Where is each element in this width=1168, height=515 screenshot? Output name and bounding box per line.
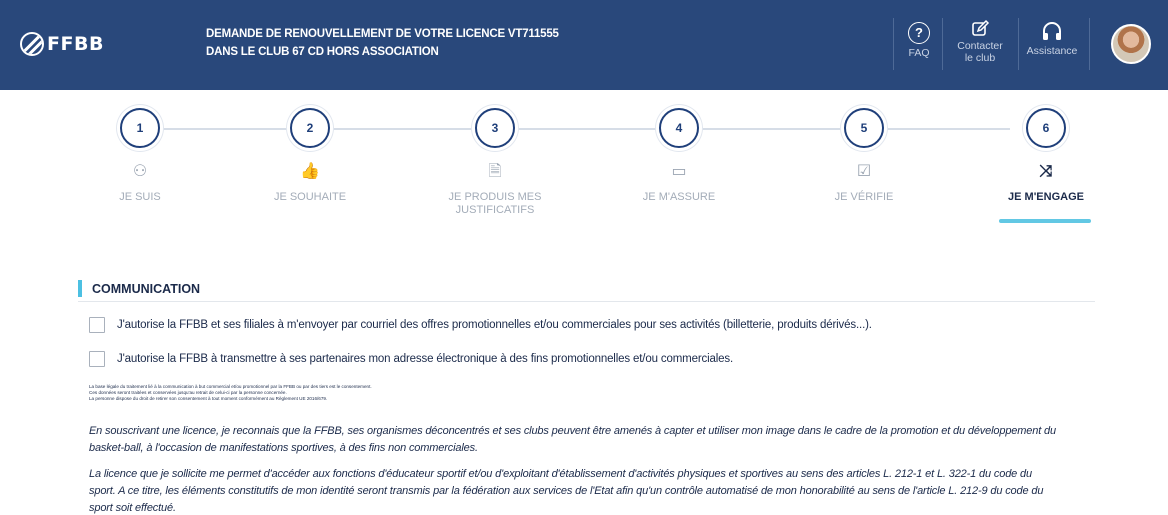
image-rights-paragraph: En souscrivant une licence, je reconnais… [89, 423, 1079, 457]
paragraph-line: La licence que je sollicite me permet d'… [89, 468, 1032, 480]
section-divider [78, 301, 1095, 302]
paragraph-line: sport soit effectué. [89, 502, 176, 514]
ffbb-logo[interactable]: FFBB [20, 32, 104, 56]
consent-checkbox-ffbb-offers[interactable] [89, 317, 105, 333]
step-5-label[interactable]: JE VÉRIFIE [784, 191, 944, 204]
consent-checkbox-partners[interactable] [89, 351, 105, 367]
book-icon: ▭ [671, 163, 687, 180]
header-divider [1018, 18, 1019, 70]
faq-button[interactable]: ? FAQ [902, 18, 936, 72]
paragraph-line: sport. A ce titre, les éléments constitu… [89, 485, 1044, 497]
question-circle-icon: ? [908, 22, 930, 44]
shuffle-icon: ⤨ [1039, 163, 1053, 180]
step-3-circle[interactable]: 3 [475, 108, 515, 148]
assistance-label: Assistance [1026, 45, 1078, 57]
step-4-label[interactable]: JE M'ASSURE [599, 191, 759, 204]
consent-label-ffbb-offers[interactable]: J'autorise la FFBB et ses filiales à m'e… [117, 319, 872, 331]
step-3-label-line-1: JE PRODUIS MES [448, 191, 542, 203]
header-divider [893, 18, 894, 70]
title-line-2: DANS LE CLUB 67 CD HORS ASSOCIATION [206, 46, 439, 58]
section-title: COMMUNICATION [92, 282, 201, 296]
user-plus-icon: ⚇ [132, 163, 148, 180]
paragraph-line: basket-ball, à l'occasion de manifestati… [89, 442, 478, 454]
consent-row-ffbb-offers[interactable]: J'autorise la FFBB et ses filiales à m'e… [89, 317, 872, 333]
logo-text: FFBB [47, 33, 104, 55]
legal-fine-print: La base légale du traitement lié à la co… [89, 384, 372, 402]
step-5-circle[interactable]: 5 [844, 108, 884, 148]
section-accent-bar [78, 280, 82, 297]
faq-label: FAQ [908, 47, 930, 59]
fine-print-line: La personne dispose du droit de retirer … [89, 396, 328, 401]
step-2-circle[interactable]: 2 [290, 108, 330, 148]
step-6-label[interactable]: JE M'ENGAGE [966, 191, 1126, 204]
consent-row-partners[interactable]: J'autorise la FFBB à transmettre à ses p… [89, 351, 733, 367]
step-2-label[interactable]: JE SOUHAITE [230, 191, 390, 204]
contact-club-button[interactable]: Contacter le club [950, 18, 1010, 72]
header-divider [1089, 18, 1090, 70]
document-icon: 🗎 [488, 163, 502, 180]
step-4-circle[interactable]: 4 [659, 108, 699, 148]
edit-icon [972, 19, 990, 36]
thumbs-up-icon: 👍 [300, 163, 320, 180]
title-line-1: DEMANDE DE RENOUVELLEMENT DE VOTRE LICEN… [206, 28, 559, 40]
honorability-paragraph: La licence que je sollicite me permet d'… [89, 466, 1079, 515]
step-1-label[interactable]: JE SUIS [60, 191, 220, 204]
step-1-circle[interactable]: 1 [120, 108, 160, 148]
basketball-logo-icon [20, 32, 44, 56]
page-title: DEMANDE DE RENOUVELLEMENT DE VOTRE LICEN… [206, 25, 559, 61]
avatar[interactable] [1111, 24, 1151, 64]
step-3-label[interactable]: JE PRODUIS MES JUSTIFICATIFS [415, 191, 575, 217]
active-step-indicator [999, 219, 1091, 223]
headphones-icon [1043, 22, 1061, 40]
contact-label-line-2: le club [964, 52, 996, 64]
paragraph-line: En souscrivant une licence, je reconnais… [89, 425, 1056, 437]
consent-label-partners[interactable]: J'autorise la FFBB à transmettre à ses p… [117, 353, 733, 365]
assistance-button[interactable]: Assistance [1022, 18, 1082, 72]
contact-label-line-1: Contacter [957, 40, 1003, 52]
step-3-label-line-2: JUSTIFICATIFS [455, 204, 535, 216]
check-square-icon: ☑ [856, 163, 872, 180]
top-header: FFBB DEMANDE DE RENOUVELLEMENT DE VOTRE … [0, 0, 1168, 90]
header-divider [942, 18, 943, 70]
step-6-circle[interactable]: 6 [1026, 108, 1066, 148]
